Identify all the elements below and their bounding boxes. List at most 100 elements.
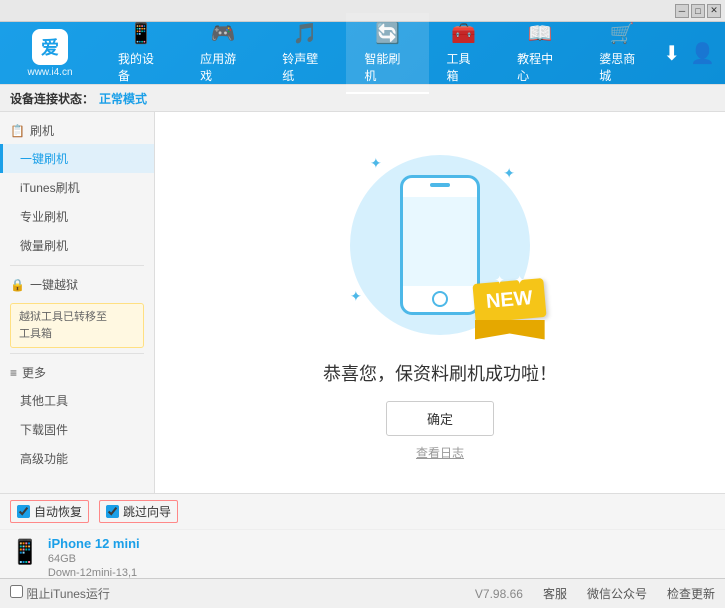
- status-value: 正常模式: [99, 90, 147, 107]
- nav-item-smart-flash[interactable]: 🔄 智能刷机: [346, 13, 428, 94]
- nav-item-shop-label: 婆思商城: [599, 50, 645, 84]
- itunes-flash-label: iTunes刷机: [20, 181, 80, 195]
- view-history-link[interactable]: 查看日志: [416, 444, 464, 461]
- maximize-button[interactable]: □: [691, 4, 705, 18]
- new-badge-star-top: ✦ ✦: [495, 273, 525, 287]
- auto-restore-label: 自动恢复: [34, 503, 82, 520]
- minimize-button[interactable]: ─: [675, 4, 689, 18]
- jailbreak-notice: 越狱工具已转移至工具箱: [10, 303, 144, 348]
- one-key-flash-label: 一键刷机: [20, 152, 68, 166]
- device-info: iPhone 12 mini 64GB Down-12mini-13,1: [48, 536, 140, 579]
- bottom-left: 阻止iTunes运行: [10, 585, 465, 602]
- ringtone-icon: 🎵: [293, 21, 318, 46]
- app-game-icon: 🎮: [211, 21, 236, 46]
- device-model: Down-12mini-13,1: [48, 567, 140, 579]
- sidebar-item-download-firmware[interactable]: 下载固件: [0, 415, 154, 444]
- auto-restore-checkbox[interactable]: 自动恢复: [10, 500, 89, 523]
- device-checkboxes: 自动恢复 跳过向导: [0, 494, 725, 530]
- micro-flash-label: 微量刷机: [20, 239, 68, 253]
- sidebar-section-more: ≡ 更多: [0, 359, 154, 386]
- status-label: 设备连接状态：: [10, 90, 94, 107]
- logo-url: www.i4.cn: [27, 67, 72, 78]
- skip-wizard-label: 跳过向导: [123, 503, 171, 520]
- sidebar-divider-2: [10, 353, 144, 354]
- device-detail: 📱 iPhone 12 mini 64GB Down-12mini-13,1: [0, 530, 725, 585]
- main-layout: 📋 刷机 一键刷机 iTunes刷机 专业刷机 微量刷机 🔒 一键越狱 越狱工具…: [0, 112, 725, 493]
- logo[interactable]: 爱 www.i4.cn: [10, 29, 90, 78]
- more-section-label: 更多: [22, 364, 46, 381]
- check-update-link[interactable]: 检查更新: [667, 585, 715, 602]
- sparkle-2: ✦: [503, 165, 515, 182]
- lock-icon: 🔒: [10, 278, 25, 292]
- smart-flash-icon: 🔄: [375, 21, 400, 46]
- header: 爱 www.i4.cn 📱 我的设备 🎮 应用游戏 🎵 铃声壁纸 🔄 智能刷机 …: [0, 22, 725, 84]
- device-storage: 64GB: [48, 553, 140, 565]
- skip-wizard-input[interactable]: [106, 505, 119, 518]
- nav-item-smart-flash-label: 智能刷机: [364, 50, 410, 84]
- nav-item-app-game[interactable]: 🎮 应用游戏: [182, 13, 264, 94]
- sidebar-item-other-tools[interactable]: 其他工具: [0, 386, 154, 415]
- wechat-link[interactable]: 微信公众号: [587, 585, 647, 602]
- nav-right-controls: ⬇ 👤: [663, 41, 715, 66]
- device-phone-icon: 📱: [10, 538, 40, 567]
- device-info-bar: 自动恢复 跳过向导 📱 iPhone 12 mini 64GB Down-12m…: [0, 493, 725, 578]
- content-area: ✦ ✦ ✦ NEW ✦ ✦ 恭喜您，保资料刷机成功啦！ 确定 查看日志: [155, 112, 725, 493]
- download-firmware-label: 下载固件: [20, 423, 68, 437]
- flash-section-label: 刷机: [30, 122, 54, 139]
- nav-item-shop[interactable]: 🛒 婆思商城: [581, 13, 663, 94]
- new-badge-container: NEW ✦ ✦: [474, 281, 545, 320]
- customer-service-link[interactable]: 客服: [543, 585, 567, 602]
- block-itunes-checkbox[interactable]: [10, 585, 23, 598]
- jailbreak-section-label: 一键越狱: [30, 276, 78, 293]
- sidebar-divider-1: [10, 265, 144, 266]
- nav-item-toolbox[interactable]: 🧰 工具箱: [429, 13, 500, 94]
- tutorial-icon: 📖: [528, 21, 553, 46]
- phone-illustration: ✦ ✦ ✦ NEW ✦ ✦: [330, 145, 550, 345]
- jailbreak-notice-text: 越狱工具已转移至工具箱: [19, 311, 107, 340]
- toolbox-icon: 🧰: [451, 21, 476, 46]
- phone-body: [400, 175, 480, 315]
- phone-screen: [403, 197, 477, 286]
- nav-item-toolbox-label: 工具箱: [447, 50, 482, 84]
- auto-restore-input[interactable]: [17, 505, 30, 518]
- pro-flash-label: 专业刷机: [20, 210, 68, 224]
- nav-item-my-device[interactable]: 📱 我的设备: [100, 13, 182, 94]
- sidebar-item-advanced[interactable]: 高级功能: [0, 444, 154, 473]
- sidebar-item-pro-flash[interactable]: 专业刷机: [0, 202, 154, 231]
- device-name: iPhone 12 mini: [48, 536, 140, 551]
- nav-bar: 📱 我的设备 🎮 应用游戏 🎵 铃声壁纸 🔄 智能刷机 🧰 工具箱 📖 教程中心…: [100, 13, 663, 94]
- my-device-icon: 📱: [129, 21, 154, 46]
- other-tools-label: 其他工具: [20, 394, 68, 408]
- nav-item-app-game-label: 应用游戏: [200, 50, 246, 84]
- nav-item-ringtone-label: 铃声壁纸: [282, 50, 328, 84]
- phone-home-btn: [432, 291, 448, 307]
- version-text: V7.98.66: [475, 587, 523, 601]
- flash-section-icon: 📋: [10, 124, 25, 138]
- sidebar-section-flash: 📋 刷机: [0, 117, 154, 144]
- sidebar-item-itunes-flash[interactable]: iTunes刷机: [0, 173, 154, 202]
- user-icon[interactable]: 👤: [690, 41, 715, 66]
- sidebar: 📋 刷机 一键刷机 iTunes刷机 专业刷机 微量刷机 🔒 一键越狱 越狱工具…: [0, 112, 155, 493]
- phone-speaker: [430, 183, 450, 187]
- download-icon[interactable]: ⬇: [663, 41, 680, 66]
- confirm-button[interactable]: 确定: [386, 401, 494, 436]
- nav-item-tutorial[interactable]: 📖 教程中心: [499, 13, 581, 94]
- sidebar-item-one-key-flash[interactable]: 一键刷机: [0, 144, 154, 173]
- more-section-icon: ≡: [10, 366, 17, 380]
- window-controls[interactable]: ─ □ ✕: [675, 4, 721, 18]
- sidebar-section-jailbreak: 🔒 一键越狱: [0, 271, 154, 298]
- sidebar-item-micro-flash[interactable]: 微量刷机: [0, 231, 154, 260]
- ribbon: [475, 320, 545, 340]
- bottom-right: V7.98.66 客服 微信公众号 检查更新: [475, 585, 715, 602]
- nav-item-tutorial-label: 教程中心: [517, 50, 563, 84]
- logo-icon: 爱: [32, 29, 68, 65]
- close-button[interactable]: ✕: [707, 4, 721, 18]
- skip-wizard-checkbox[interactable]: 跳过向导: [99, 500, 178, 523]
- block-itunes-label: 阻止iTunes运行: [26, 587, 110, 601]
- nav-item-ringtone[interactable]: 🎵 铃声壁纸: [264, 13, 346, 94]
- advanced-label: 高级功能: [20, 452, 68, 466]
- nav-item-my-device-label: 我的设备: [118, 50, 164, 84]
- sparkle-1: ✦: [370, 155, 382, 172]
- success-text: 恭喜您，保资料刷机成功啦！: [323, 360, 557, 386]
- sparkle-3: ✦: [350, 288, 362, 305]
